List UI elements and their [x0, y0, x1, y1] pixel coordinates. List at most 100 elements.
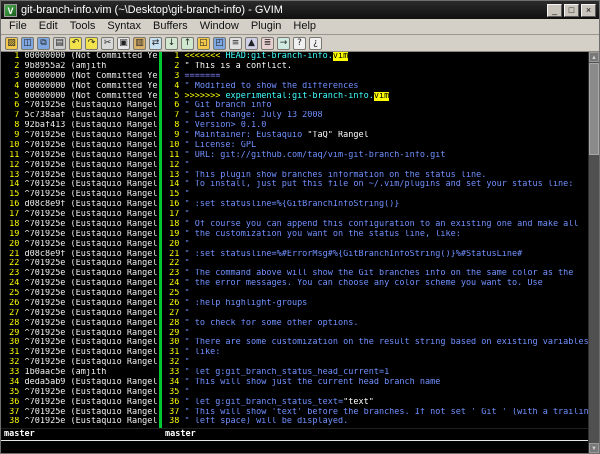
code-line[interactable]: 37 " This will show 'text' before the br… — [164, 408, 588, 418]
save-all-icon[interactable]: ⧉ — [37, 37, 50, 50]
code-line[interactable]: 10 " License: GPL — [164, 141, 588, 151]
menu-plugin[interactable]: Plugin — [245, 19, 288, 34]
scroll-down-icon[interactable]: ▼ — [589, 443, 599, 453]
scroll-up-icon[interactable]: ▲ — [589, 52, 599, 62]
blame-line[interactable]: 2 9b8955a2 (amjith — [4, 62, 159, 72]
code-line[interactable]: 21 " :set statusline=%#ErrorMsg#%{GitBra… — [164, 250, 588, 260]
blame-line[interactable]: 27 ^701925e (Eustáquio Rangel — [4, 309, 159, 319]
blame-line[interactable]: 11 ^701925e (Eustáquio Rangel — [4, 151, 159, 161]
blame-line[interactable]: 18 ^701925e (Eustáquio Rangel — [4, 220, 159, 230]
blame-line[interactable]: 7 5c738aaf (Eustáquio Rangel — [4, 111, 159, 121]
maximize-button[interactable]: □ — [564, 4, 579, 17]
blame-line[interactable]: 1 00000000 (Not Committed Ye — [4, 52, 159, 62]
blame-line[interactable]: 26 ^701925e (Eustáquio Rangel — [4, 299, 159, 309]
blame-line[interactable]: 22 ^701925e (Eustáquio Rangel — [4, 259, 159, 269]
code-line[interactable]: 35 " — [164, 388, 588, 398]
code-line[interactable]: 15 " — [164, 190, 588, 200]
run-ctags-icon[interactable]: ≣ — [261, 37, 274, 50]
print-icon[interactable]: ▤ — [53, 37, 66, 50]
blame-line[interactable]: 35 ^701925e (Eustáquio Rangel — [4, 388, 159, 398]
menu-file[interactable]: File — [3, 19, 33, 34]
open-icon[interactable]: ▨ — [5, 37, 18, 50]
code-line[interactable]: 30 " There are some customization on the… — [164, 338, 588, 348]
code-line[interactable]: 7 " Last change: July 13 2008 — [164, 111, 588, 121]
menu-buffers[interactable]: Buffers — [147, 19, 194, 34]
code-line[interactable]: 13 " This plugin show branches informati… — [164, 171, 588, 181]
menu-tools[interactable]: Tools — [64, 19, 102, 34]
code-line[interactable]: 38 " left space) will be displayed. — [164, 417, 588, 427]
blame-line[interactable]: 30 ^701925e (Eustáquio Rangel — [4, 338, 159, 348]
paste-icon[interactable]: ▥ — [133, 37, 146, 50]
code-line[interactable]: 34 " This will show just the current hea… — [164, 378, 588, 388]
code-line[interactable]: 23 " The command above will show the Git… — [164, 269, 588, 279]
blame-line[interactable]: 15 ^701925e (Eustáquio Rangel — [4, 190, 159, 200]
blame-line[interactable]: 25 ^701925e (Eustáquio Rangel — [4, 289, 159, 299]
blame-line[interactable]: 37 ^701925e (Eustáquio Rangel — [4, 408, 159, 418]
code-line[interactable]: 9 " Maintainer: Eustáquio "TaQ" Rangel — [164, 131, 588, 141]
save-icon[interactable]: ◫ — [21, 37, 34, 50]
blame-line[interactable]: 36 ^701925e (Eustáquio Rangel — [4, 398, 159, 408]
statusline-left[interactable]: master — [1, 429, 162, 441]
blame-line[interactable]: 8 92baf413 (Eustáquio Rangel — [4, 121, 159, 131]
blame-line[interactable]: 12 ^701925e (Eustáquio Rangel — [4, 161, 159, 171]
blame-line[interactable]: 16 d08c8e9f (Eustáquio Rangel — [4, 200, 159, 210]
blame-line[interactable]: 17 ^701925e (Eustáquio Rangel — [4, 210, 159, 220]
make-icon[interactable]: ▲ — [245, 37, 258, 50]
scrollbar[interactable]: ▲ ▼ — [588, 52, 599, 453]
code-line[interactable]: 6 " Git branch info — [164, 101, 588, 111]
blame-line[interactable]: 23 ^701925e (Eustáquio Rangel — [4, 269, 159, 279]
code-line[interactable]: 12 " — [164, 161, 588, 171]
undo-icon[interactable]: ↶ — [69, 37, 82, 50]
code-line[interactable]: 4 " Modified to show the differences — [164, 82, 588, 92]
blame-line[interactable]: 10 ^701925e (Eustáquio Rangel — [4, 141, 159, 151]
menu-window[interactable]: Window — [194, 19, 245, 34]
menu-syntax[interactable]: Syntax — [101, 19, 147, 34]
redo-icon[interactable]: ↷ — [85, 37, 98, 50]
blame-line[interactable]: 31 ^701925e (Eustáquio Rangel — [4, 348, 159, 358]
code-line[interactable]: 5 >>>>>>> experimental:git-branch-info.v… — [164, 92, 588, 102]
code-line[interactable]: 20 " — [164, 240, 588, 250]
blame-line[interactable]: 38 ^701925e (Eustáquio Rangel — [4, 417, 159, 427]
copy-icon[interactable]: ▣ — [117, 37, 130, 50]
menu-edit[interactable]: Edit — [33, 19, 64, 34]
blame-line[interactable]: 29 ^701925e (Eustáquio Rangel — [4, 329, 159, 339]
statusline-right[interactable]: master — [162, 429, 588, 441]
minimize-button[interactable]: _ — [547, 4, 562, 17]
blame-line[interactable]: 20 ^701925e (Eustáquio Rangel — [4, 240, 159, 250]
code-line[interactable]: 33 " let g:git_branch_status_head_curren… — [164, 368, 588, 378]
blame-line[interactable]: 24 ^701925e (Eustáquio Rangel — [4, 279, 159, 289]
code-line[interactable]: 28 " to check for some other options. — [164, 319, 588, 329]
code-line[interactable]: 24 " the error messages. You can choose … — [164, 279, 588, 289]
cut-icon[interactable]: ✂ — [101, 37, 114, 50]
find-prev-icon[interactable]: ↑ — [181, 37, 194, 50]
find-help-icon[interactable]: ¿ — [309, 37, 322, 50]
scrollbar-thumb[interactable] — [589, 63, 599, 155]
help-icon[interactable]: ? — [293, 37, 306, 50]
blame-pane[interactable]: 1 00000000 (Not Committed Ye 2 9b8955a2 … — [1, 52, 159, 428]
blame-line[interactable]: 19 ^701925e (Eustáquio Rangel — [4, 230, 159, 240]
blame-line[interactable]: 28 ^701925e (Eustáquio Rangel — [4, 319, 159, 329]
code-line[interactable]: 3 ======= — [164, 72, 588, 82]
blame-line[interactable]: 9 ^701925e (Eustáquio Rangel — [4, 131, 159, 141]
blame-line[interactable]: 4 00000000 (Not Committed Ye — [4, 82, 159, 92]
blame-line[interactable]: 13 ^701925e (Eustáquio Rangel — [4, 171, 159, 181]
code-line[interactable]: 22 " — [164, 259, 588, 269]
code-line[interactable]: 32 " — [164, 358, 588, 368]
code-line[interactable]: 19 " the customization you want on the s… — [164, 230, 588, 240]
code-line[interactable]: 2 " This is a conflict. — [164, 62, 588, 72]
blame-line[interactable]: 33 1b0aac5e (amjith — [4, 368, 159, 378]
code-line[interactable]: 11 " URL: git://github.com/taq/vim-git-b… — [164, 151, 588, 161]
code-line[interactable]: 18 " Of course you can append this confi… — [164, 220, 588, 230]
code-line[interactable]: 27 " — [164, 309, 588, 319]
load-session-icon[interactable]: ◱ — [197, 37, 210, 50]
blame-line[interactable]: 14 ^701925e (Eustáquio Rangel — [4, 180, 159, 190]
code-line[interactable]: 26 " :help highlight-groups — [164, 299, 588, 309]
blame-line[interactable]: 34 deda5ab9 (Eustáquio Rangel — [4, 378, 159, 388]
code-line[interactable]: 31 " like: — [164, 348, 588, 358]
save-session-icon[interactable]: ◰ — [213, 37, 226, 50]
blame-line[interactable]: 21 d08c8e9f (Eustáquio Rangel — [4, 250, 159, 260]
code-line[interactable]: 14 " To install, just put this file on ~… — [164, 180, 588, 190]
code-line[interactable]: 8 " Version> 0.1.0 — [164, 121, 588, 131]
code-line[interactable]: 17 " — [164, 210, 588, 220]
menu-help[interactable]: Help — [287, 19, 322, 34]
